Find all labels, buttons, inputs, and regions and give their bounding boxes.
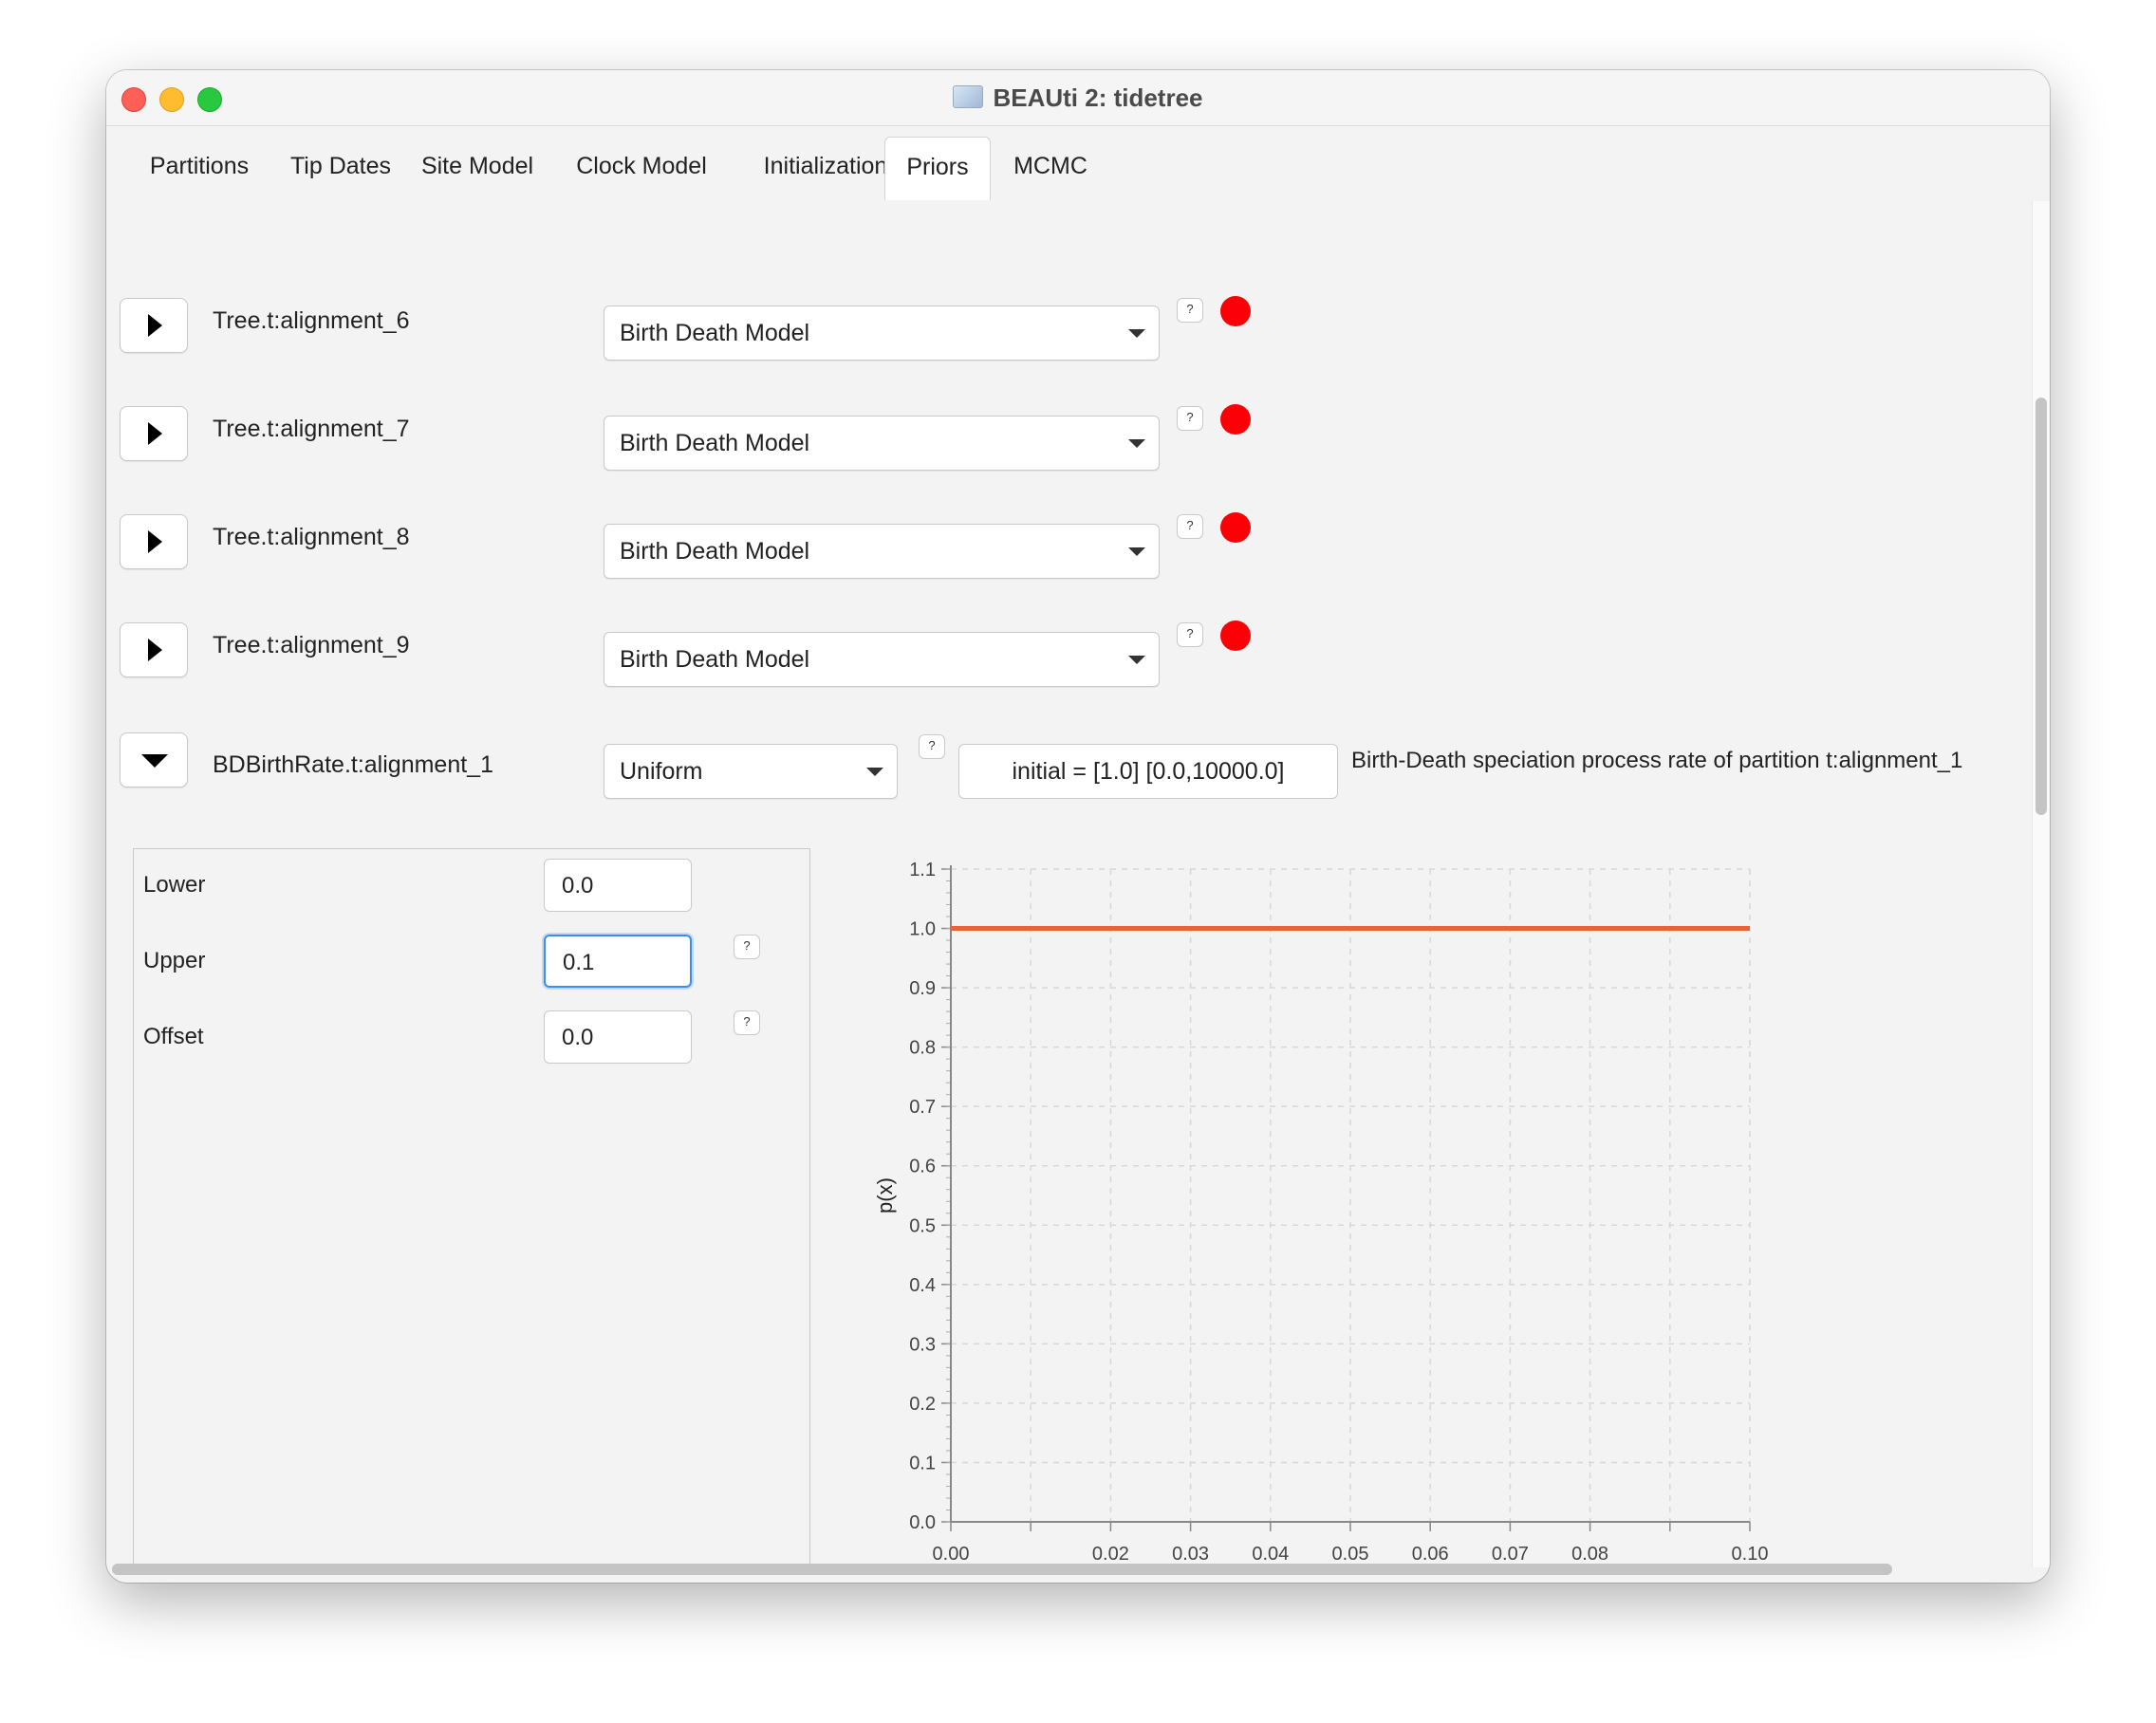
beauti-window: BEAUti 2: tidetree Partitions Tip Dates … bbox=[106, 70, 2050, 1583]
tab-clock-model[interactable]: Clock Model bbox=[567, 137, 716, 199]
y-tick-label: 0.5 bbox=[909, 1215, 936, 1236]
y-tick-label: 0.4 bbox=[909, 1275, 936, 1296]
y-tick-label: 0.0 bbox=[909, 1512, 936, 1533]
tab-bar: Partitions Tip Dates Site Model Clock Mo… bbox=[106, 125, 2050, 200]
y-tick-label: 0.6 bbox=[909, 1157, 936, 1177]
x-tick-label: 0.02 bbox=[1092, 1544, 1129, 1565]
beauti-app-icon bbox=[953, 85, 984, 108]
window-title-wrap: BEAUti 2: tidetree bbox=[106, 83, 2050, 113]
tab-site-model[interactable]: Site Model bbox=[410, 137, 545, 199]
y-axis-label: p(x) bbox=[873, 1177, 897, 1214]
y-tick-label: 1.0 bbox=[909, 919, 936, 940]
y-tick-label: 0.1 bbox=[909, 1453, 936, 1473]
tab-tip-dates[interactable]: Tip Dates bbox=[275, 137, 406, 199]
priors-panel: Tree.t:alignment_6 Birth Death Model ? T… bbox=[106, 199, 2033, 1570]
x-tick-label: 0.04 bbox=[1252, 1544, 1289, 1565]
x-tick-label: 0.03 bbox=[1172, 1544, 1209, 1565]
x-tick-label: 0.08 bbox=[1571, 1544, 1608, 1565]
window-title: BEAUti 2: tidetree bbox=[993, 83, 1203, 112]
x-tick-label: 0.05 bbox=[1332, 1544, 1369, 1565]
y-tick-label: 0.7 bbox=[909, 1097, 936, 1118]
y-tick-label: 0.9 bbox=[909, 978, 936, 999]
tab-priors[interactable]: Priors bbox=[884, 137, 991, 200]
tab-partitions[interactable]: Partitions bbox=[125, 137, 273, 199]
y-tick-label: 0.2 bbox=[909, 1394, 936, 1415]
vertical-scrollbar[interactable] bbox=[2032, 201, 2050, 1567]
y-tick-label: 0.3 bbox=[909, 1334, 936, 1355]
x-tick-label: 0.06 bbox=[1412, 1544, 1449, 1565]
vertical-scroll-thumb[interactable] bbox=[2035, 398, 2047, 815]
x-tick-label: 0.00 bbox=[933, 1544, 970, 1565]
x-tick-label: 0.10 bbox=[1732, 1544, 1769, 1565]
horizontal-scroll-thumb[interactable] bbox=[112, 1564, 1892, 1575]
prior-density-chart: 0.0 0.1 0.2 0.3 0.4 0.5 0.6 0.7 0.8 0.9 1.0 1.1 0.00… bbox=[873, 860, 1769, 1565]
x-tick-label: 0.07 bbox=[1492, 1544, 1529, 1565]
title-bar: BEAUti 2: tidetree bbox=[106, 70, 2050, 126]
y-tick-label: 0.8 bbox=[909, 1038, 936, 1059]
tab-mcmc[interactable]: MCMC bbox=[1002, 137, 1099, 199]
y-tick-label: 1.1 bbox=[909, 860, 936, 880]
